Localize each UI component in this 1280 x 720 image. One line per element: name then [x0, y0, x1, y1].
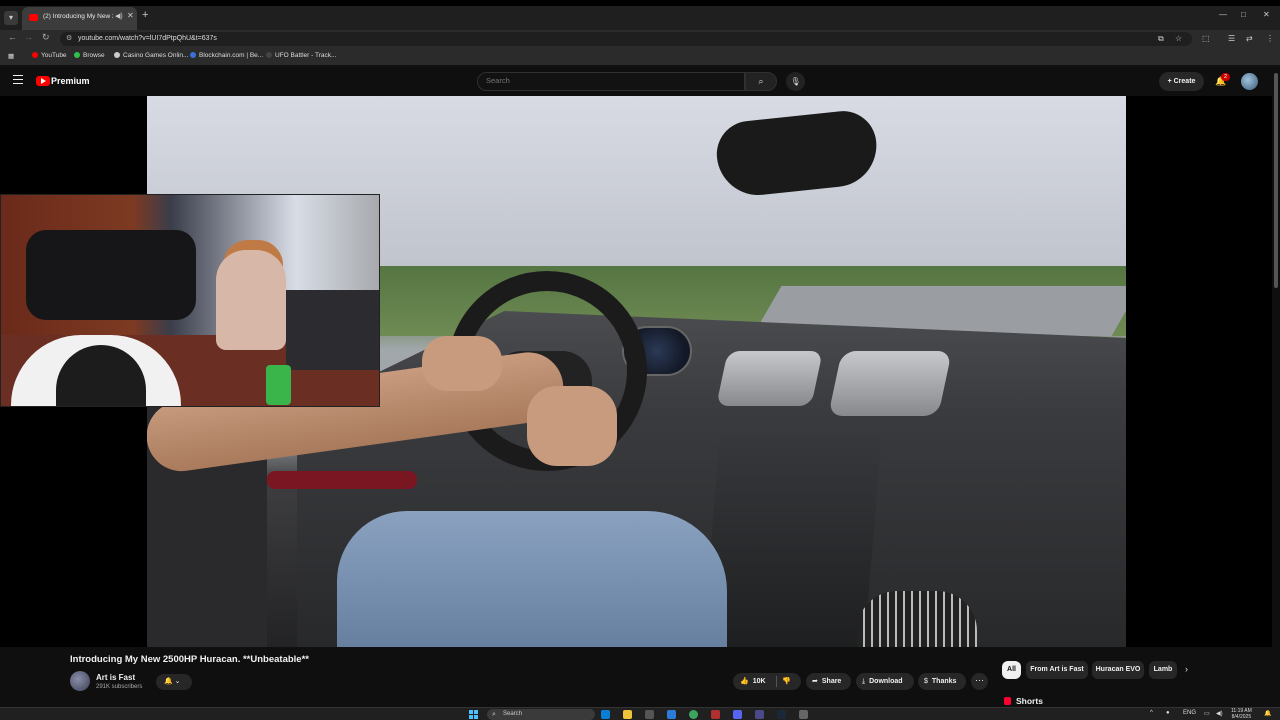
maximize-icon[interactable]: □	[1241, 10, 1246, 19]
download-icon: ⤓	[862, 678, 866, 685]
tab-list-button[interactable]: ▾	[4, 11, 18, 25]
bookmark-casino[interactable]: Casino Games Onlin...	[114, 52, 188, 59]
search-box[interactable]	[477, 72, 745, 91]
thanks-icon: $	[924, 678, 928, 685]
notifications-icon[interactable]: 🔔	[1264, 710, 1271, 717]
notification-badge: 2	[1221, 73, 1230, 81]
dislike-button[interactable]: 👎	[782, 673, 791, 690]
mic-tray-icon[interactable]: ●	[1166, 710, 1170, 716]
omnibox[interactable]: ⚙ youtube.com/watch?v=lUI7dPtpQhU&t=637s…	[60, 32, 1192, 46]
search-button[interactable]: ⌕	[745, 72, 777, 91]
sidebar-icon[interactable]: ☰	[1228, 34, 1235, 43]
page-scrollbar[interactable]	[1272, 67, 1280, 707]
file-explorer-icon[interactable]	[623, 710, 632, 719]
bookmark-star-icon[interactable]: ☆	[1175, 34, 1182, 43]
chip-all[interactable]: All	[1002, 661, 1021, 679]
back-icon[interactable]: ←	[8, 32, 17, 42]
browser-tab-bar: ▾ (2) Introducing My New 25... ◀) ✕ + — …	[0, 0, 1280, 30]
like-button[interactable]: 👍 10K	[740, 673, 766, 690]
chip-lamb[interactable]: Lamb	[1149, 661, 1177, 679]
app-icon[interactable]	[711, 710, 720, 719]
more-actions-button[interactable]: ⋯	[971, 673, 988, 690]
chevron-down-icon: ⌄	[174, 678, 181, 685]
mail-icon[interactable]	[667, 710, 676, 719]
cast-icon[interactable]: ⧉	[1158, 34, 1164, 44]
thumbs-up-icon: 👍	[740, 678, 749, 685]
taskbar-search[interactable]: ⌕ Search	[487, 709, 595, 720]
language-indicator[interactable]: ENG	[1183, 710, 1196, 716]
facecam-overlay	[0, 194, 380, 407]
download-button[interactable]: ⤓ Download	[856, 673, 914, 690]
windows-start-icon[interactable]	[469, 710, 478, 719]
store-icon[interactable]	[645, 710, 654, 719]
channel-avatar[interactable]	[70, 671, 90, 691]
bookmark-browse[interactable]: Browse	[74, 52, 105, 59]
tray-chevron-icon[interactable]: ^	[1150, 710, 1153, 716]
url-text[interactable]: youtube.com/watch?v=lUI7dPtpQhU&t=637s	[78, 35, 217, 42]
windows-taskbar: ⌕ Search ^ ● ENG ▭ ◀) 11:19 AM 8/4/2025 🔔	[0, 707, 1280, 720]
bookmarks-bar: ▦ YouTube Browse Casino Games Onlin... B…	[0, 48, 1280, 66]
minimize-icon[interactable]: —	[1219, 10, 1227, 19]
network-icon[interactable]: ▭	[1204, 710, 1210, 717]
search-input[interactable]	[486, 76, 736, 85]
browser-tab-active[interactable]: (2) Introducing My New 25... ◀) ✕	[22, 7, 137, 30]
thumbs-down-icon: 👎	[782, 678, 791, 685]
search-icon: ⌕	[492, 711, 496, 718]
profile-icon[interactable]: ⇄	[1246, 34, 1253, 43]
avatar[interactable]	[1241, 73, 1258, 90]
chip-huracan-evo[interactable]: Huracan EVO	[1092, 661, 1144, 679]
menu-icon[interactable]: ⋮	[1266, 34, 1274, 43]
youtube-logo-icon[interactable]	[36, 76, 50, 86]
shorts-heading: Shorts	[1016, 696, 1043, 706]
share-icon: ➦	[812, 678, 818, 685]
subscription-bell-button[interactable]: 🔔 ⌄	[156, 674, 192, 690]
bookmark-ufo-battler[interactable]: UFO Battler - Track...	[266, 52, 336, 59]
youtube-favicon-icon	[29, 14, 38, 21]
window-close-icon[interactable]: ✕	[1263, 10, 1270, 19]
youtube-masthead: Premium ⌕ 🎙 + Create 🔔 2	[0, 67, 1280, 96]
edge-icon[interactable]	[601, 710, 610, 719]
tab-audio-icon[interactable]: ◀)	[115, 12, 123, 20]
shorts-icon	[1004, 697, 1011, 705]
site-info-icon[interactable]: ⚙	[66, 34, 72, 42]
apps-icon[interactable]: ▦	[8, 52, 14, 60]
discord-icon[interactable]	[733, 710, 742, 719]
subscriber-count: 291K subscribers	[96, 684, 143, 690]
bookmark-youtube[interactable]: YouTube	[32, 52, 67, 59]
hamburger-menu-icon[interactable]	[13, 75, 23, 87]
volume-icon[interactable]: ◀)	[1216, 710, 1223, 717]
share-button[interactable]: ➦ Share	[806, 673, 851, 690]
extensions-icon[interactable]: ⬚	[1202, 34, 1210, 43]
new-tab-button[interactable]: +	[142, 9, 148, 21]
taskbar-clock[interactable]: 11:19 AM 8/4/2025	[1231, 708, 1252, 720]
video-title: Introducing My New 2500HP Huracan. **Unb…	[70, 654, 309, 665]
tab-close-icon[interactable]: ✕	[127, 11, 134, 20]
video-player[interactable]	[0, 96, 1272, 647]
bookmark-blockchain[interactable]: Blockchain.com | Be...	[190, 52, 263, 59]
steam-icon[interactable]	[777, 710, 786, 719]
more-icon: ⋯	[975, 675, 984, 685]
channel-name[interactable]: Art is Fast	[96, 673, 135, 682]
chevron-right-icon[interactable]: ›	[1185, 664, 1188, 674]
like-dislike-group: 👍 10K 👎	[733, 673, 801, 690]
search-icon: ⌕	[758, 76, 764, 86]
mic-icon: 🎙	[790, 77, 801, 86]
reload-icon[interactable]: ↻	[42, 32, 50, 43]
thanks-button[interactable]: $ Thanks	[918, 673, 966, 690]
bell-icon: 🔔	[164, 678, 173, 685]
voice-search-button[interactable]: 🎙	[786, 72, 805, 91]
app-icon-2[interactable]	[755, 710, 764, 719]
tab-title: (2) Introducing My New 25...	[43, 13, 113, 20]
forward-icon[interactable]: →	[24, 32, 33, 42]
create-button[interactable]: + Create	[1159, 72, 1204, 91]
app-icon-3[interactable]	[799, 710, 808, 719]
chip-from-art-is-fast[interactable]: From Art is Fast	[1026, 661, 1088, 679]
premium-logo-text[interactable]: Premium	[51, 76, 90, 86]
chrome-icon[interactable]	[689, 710, 698, 719]
address-bar-row: ← → ↻ ⚙ youtube.com/watch?v=lUI7dPtpQhU&…	[0, 30, 1280, 48]
